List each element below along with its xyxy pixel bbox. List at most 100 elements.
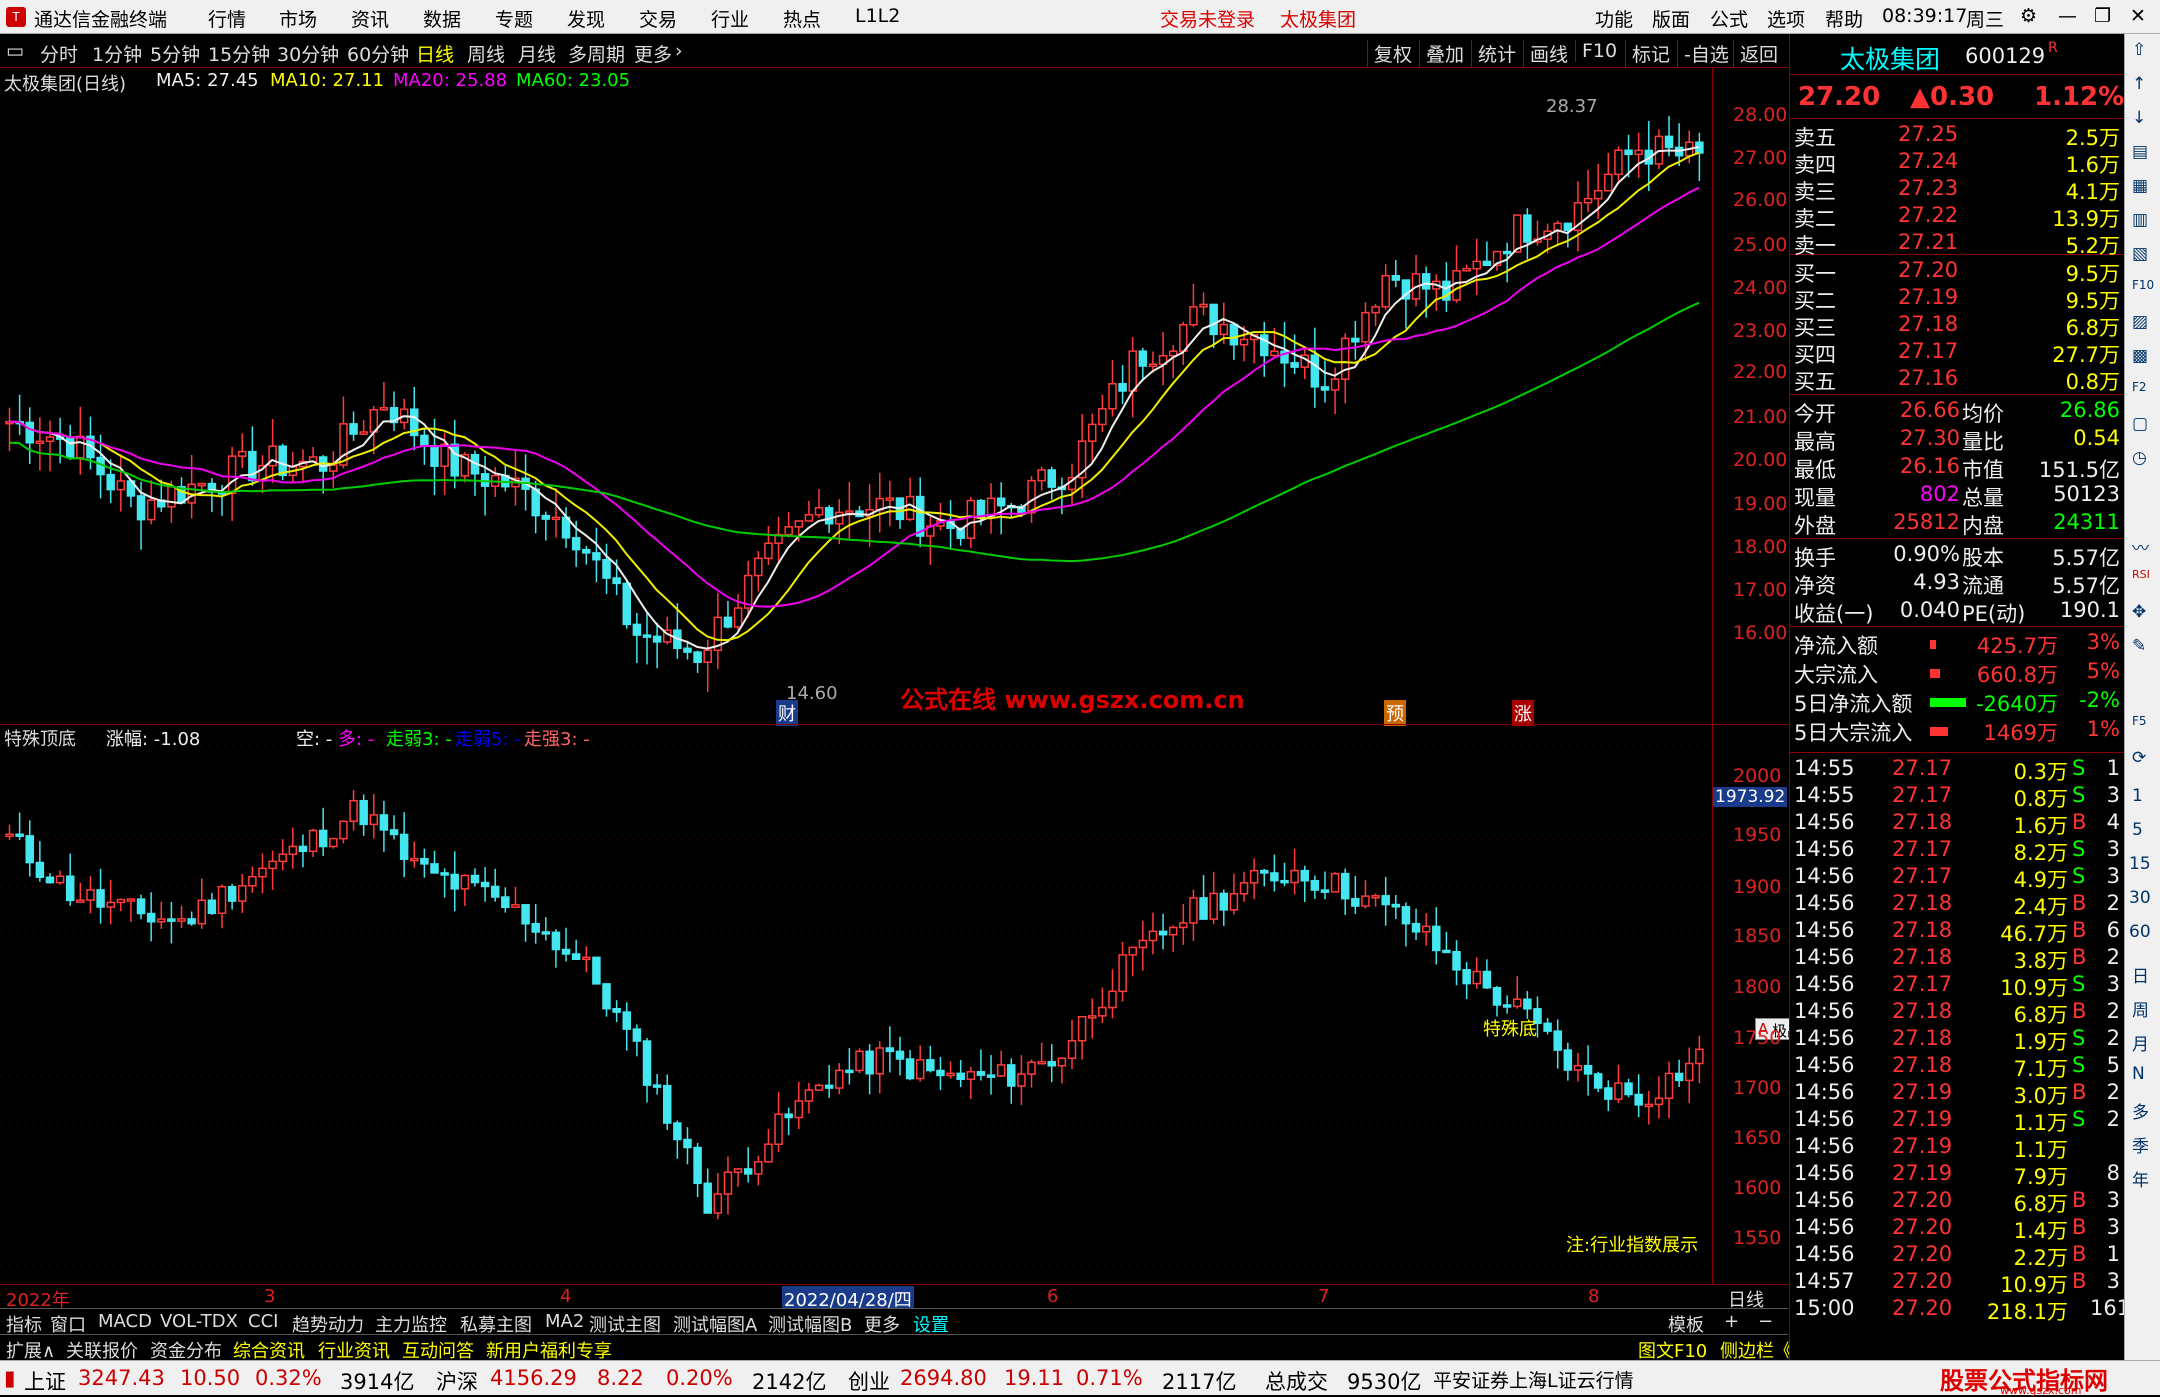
menu-redian[interactable]: 热点 [783, 5, 821, 32]
candle-body [926, 1059, 935, 1072]
sidebar-down-icon[interactable]: ↓ [2132, 108, 2146, 128]
sidebar-list-icon[interactable]: ▤ [2132, 142, 2148, 162]
candle-body [106, 473, 115, 491]
btn-biaoji[interactable]: 标记 [1625, 40, 1670, 67]
sidebar-pweek[interactable]: 周 [2132, 996, 2149, 1021]
sidebar-clock-icon[interactable]: ◷ [2132, 448, 2147, 468]
btn-huaxian[interactable]: 画线 [1523, 40, 1568, 67]
menu-xuanxiang[interactable]: 选项 [1767, 5, 1805, 32]
menu-hangqing[interactable]: 行情 [208, 5, 246, 32]
menu-jiaoyi[interactable]: 交易 [639, 5, 677, 32]
period-monthly[interactable]: 月线 [518, 40, 556, 67]
sidebar-box-icon[interactable]: ▩ [2132, 346, 2148, 366]
menu-zixun[interactable]: 资讯 [351, 5, 389, 32]
sidebar-line-icon[interactable]: 〰 [2132, 534, 2149, 559]
btn-zixuan[interactable]: -自选 [1677, 40, 1729, 67]
cy-label[interactable]: 创业 [848, 1366, 890, 1396]
candle-body [248, 875, 257, 887]
period-60min[interactable]: 60分钟 [347, 40, 409, 67]
sidebar-doc-icon[interactable]: ▢ [2132, 414, 2148, 434]
sidebar-pday[interactable]: 日 [2132, 962, 2149, 987]
sidebar-f2-icon[interactable]: F2 [2132, 380, 2147, 394]
sidebar-p5[interactable]: 5 [2132, 820, 2143, 840]
menu-l1l2[interactable]: L1L2 [855, 5, 900, 27]
tab-macd[interactable]: MACD [98, 1311, 152, 1332]
btn-fuquan[interactable]: 复权 [1367, 40, 1412, 67]
period-5min[interactable]: 5分钟 [150, 40, 200, 67]
candle-body [612, 1007, 621, 1013]
gear-icon[interactable]: ⚙ [2020, 5, 2037, 27]
period-daily[interactable]: 日线 [416, 40, 454, 67]
menu-shuju[interactable]: 数据 [423, 5, 461, 32]
tab-vol-tdx[interactable]: VOL-TDX [160, 1311, 238, 1332]
menu-bangzhu[interactable]: 帮助 [1825, 5, 1863, 32]
period-30min[interactable]: 30分钟 [277, 40, 339, 67]
btn-fanhui[interactable]: 返回 [1733, 40, 1778, 67]
candle-body [814, 507, 824, 516]
plus-icon[interactable]: + [1724, 1311, 1739, 1332]
sidebar-refresh-icon[interactable]: ⟳ [2132, 748, 2146, 768]
indicator-chart[interactable]: 特殊顶底 涨幅: -1.08 空: - 多: - 走弱3: - 走弱5: - 走… [0, 724, 1891, 1285]
menu-shichang[interactable]: 市场 [279, 5, 317, 32]
kline-canvas[interactable] [0, 68, 1712, 724]
btn-tongji[interactable]: 统计 [1471, 40, 1516, 67]
indicator-canvas[interactable] [0, 725, 1712, 1285]
sidebar-move-icon[interactable]: ✥ [2132, 602, 2146, 622]
period-1min[interactable]: 1分钟 [92, 40, 142, 67]
sidebar-pn[interactable]: N [2132, 1064, 2145, 1084]
period-more[interactable]: 更多 [634, 40, 672, 67]
minimize-icon[interactable]: — [2058, 5, 2077, 27]
sidebar-p30[interactable]: 30 [2129, 888, 2151, 908]
sidebar-p1[interactable]: 1 [2132, 786, 2143, 806]
sidebar-grid-icon[interactable]: ▧ [2132, 244, 2148, 264]
minus-icon[interactable]: − [1758, 1311, 1773, 1332]
ytick: 24.00 [1733, 277, 1788, 299]
menu-banmian[interactable]: 版面 [1652, 5, 1690, 32]
period-15min[interactable]: 15分钟 [208, 40, 270, 67]
tick-side: B [2072, 810, 2087, 834]
sidebar-p60[interactable]: 60 [2129, 922, 2151, 942]
sidebar-up-icon[interactable]: ⇧ [2132, 40, 2146, 60]
stat-label: 量比 [1962, 430, 2004, 454]
sidebar-pseason[interactable]: 季 [2132, 1132, 2149, 1157]
tab-cci[interactable]: CCI [248, 1311, 278, 1332]
btn-diejia[interactable]: 叠加 [1419, 40, 1464, 67]
menu-zhuanti[interactable]: 专题 [495, 5, 533, 32]
trade-status[interactable]: 交易未登录 [1160, 5, 1255, 32]
period-fenshi[interactable]: 分时 [40, 40, 78, 67]
sidebar-pmonth[interactable]: 月 [2132, 1030, 2149, 1055]
sidebar-pyear[interactable]: 年 [2132, 1166, 2149, 1191]
menu-hangye[interactable]: 行业 [711, 5, 749, 32]
btn-f10[interactable]: F10 [1575, 40, 1617, 62]
kline-chart[interactable]: 太极集团(日线) MA5: 27.45 MA10: 27.11 MA20: 25… [0, 68, 1788, 726]
sidebar-chart-icon[interactable]: ▦ [2132, 176, 2148, 196]
toolbar-menu-icon[interactable]: ▭ [6, 40, 24, 62]
sidebar-table-icon[interactable]: ▨ [2132, 312, 2148, 332]
restore-icon[interactable]: ❐ [2094, 5, 2111, 27]
sidebar-f10-icon[interactable]: F10 [2132, 278, 2154, 292]
menu-gongshi[interactable]: 公式 [1710, 5, 1748, 32]
sidebar-rsi-icon[interactable]: RSI [2132, 568, 2150, 581]
sidebar-pen-icon[interactable]: ✎ [2132, 636, 2146, 656]
broker-name[interactable]: 平安证券上海L证云行情 [1433, 1366, 1634, 1393]
marker-zhang[interactable]: 涨 [1512, 700, 1534, 726]
chevron-right-icon[interactable]: › [675, 40, 683, 62]
sidebar-f5-icon[interactable]: F5 [2132, 714, 2147, 728]
period-multi[interactable]: 多周期 [568, 40, 625, 67]
period-weekly[interactable]: 周线 [467, 40, 505, 67]
ytick: 1700 [1733, 1077, 1782, 1099]
sidebar-kline-icon[interactable]: ▥ [2132, 210, 2148, 230]
candle-body [1118, 954, 1127, 993]
marker-yu[interactable]: 预 [1384, 700, 1406, 726]
sidebar-p15[interactable]: 15 [2129, 854, 2151, 874]
hs-label[interactable]: 沪深 [436, 1366, 478, 1396]
marker-cai[interactable]: 财 [776, 700, 798, 726]
tick-price: 27.20 [1892, 1296, 1953, 1320]
menu-faxian[interactable]: 发现 [567, 5, 605, 32]
sidebar-pmulti[interactable]: 多 [2132, 1098, 2149, 1123]
tab-ma2[interactable]: MA2 [545, 1311, 584, 1332]
sh-label[interactable]: 上证 [24, 1366, 66, 1396]
sidebar-up2-icon[interactable]: ↑ [2132, 74, 2146, 94]
close-icon[interactable]: ✕ [2130, 5, 2146, 27]
menu-gongneng[interactable]: 功能 [1595, 5, 1633, 32]
